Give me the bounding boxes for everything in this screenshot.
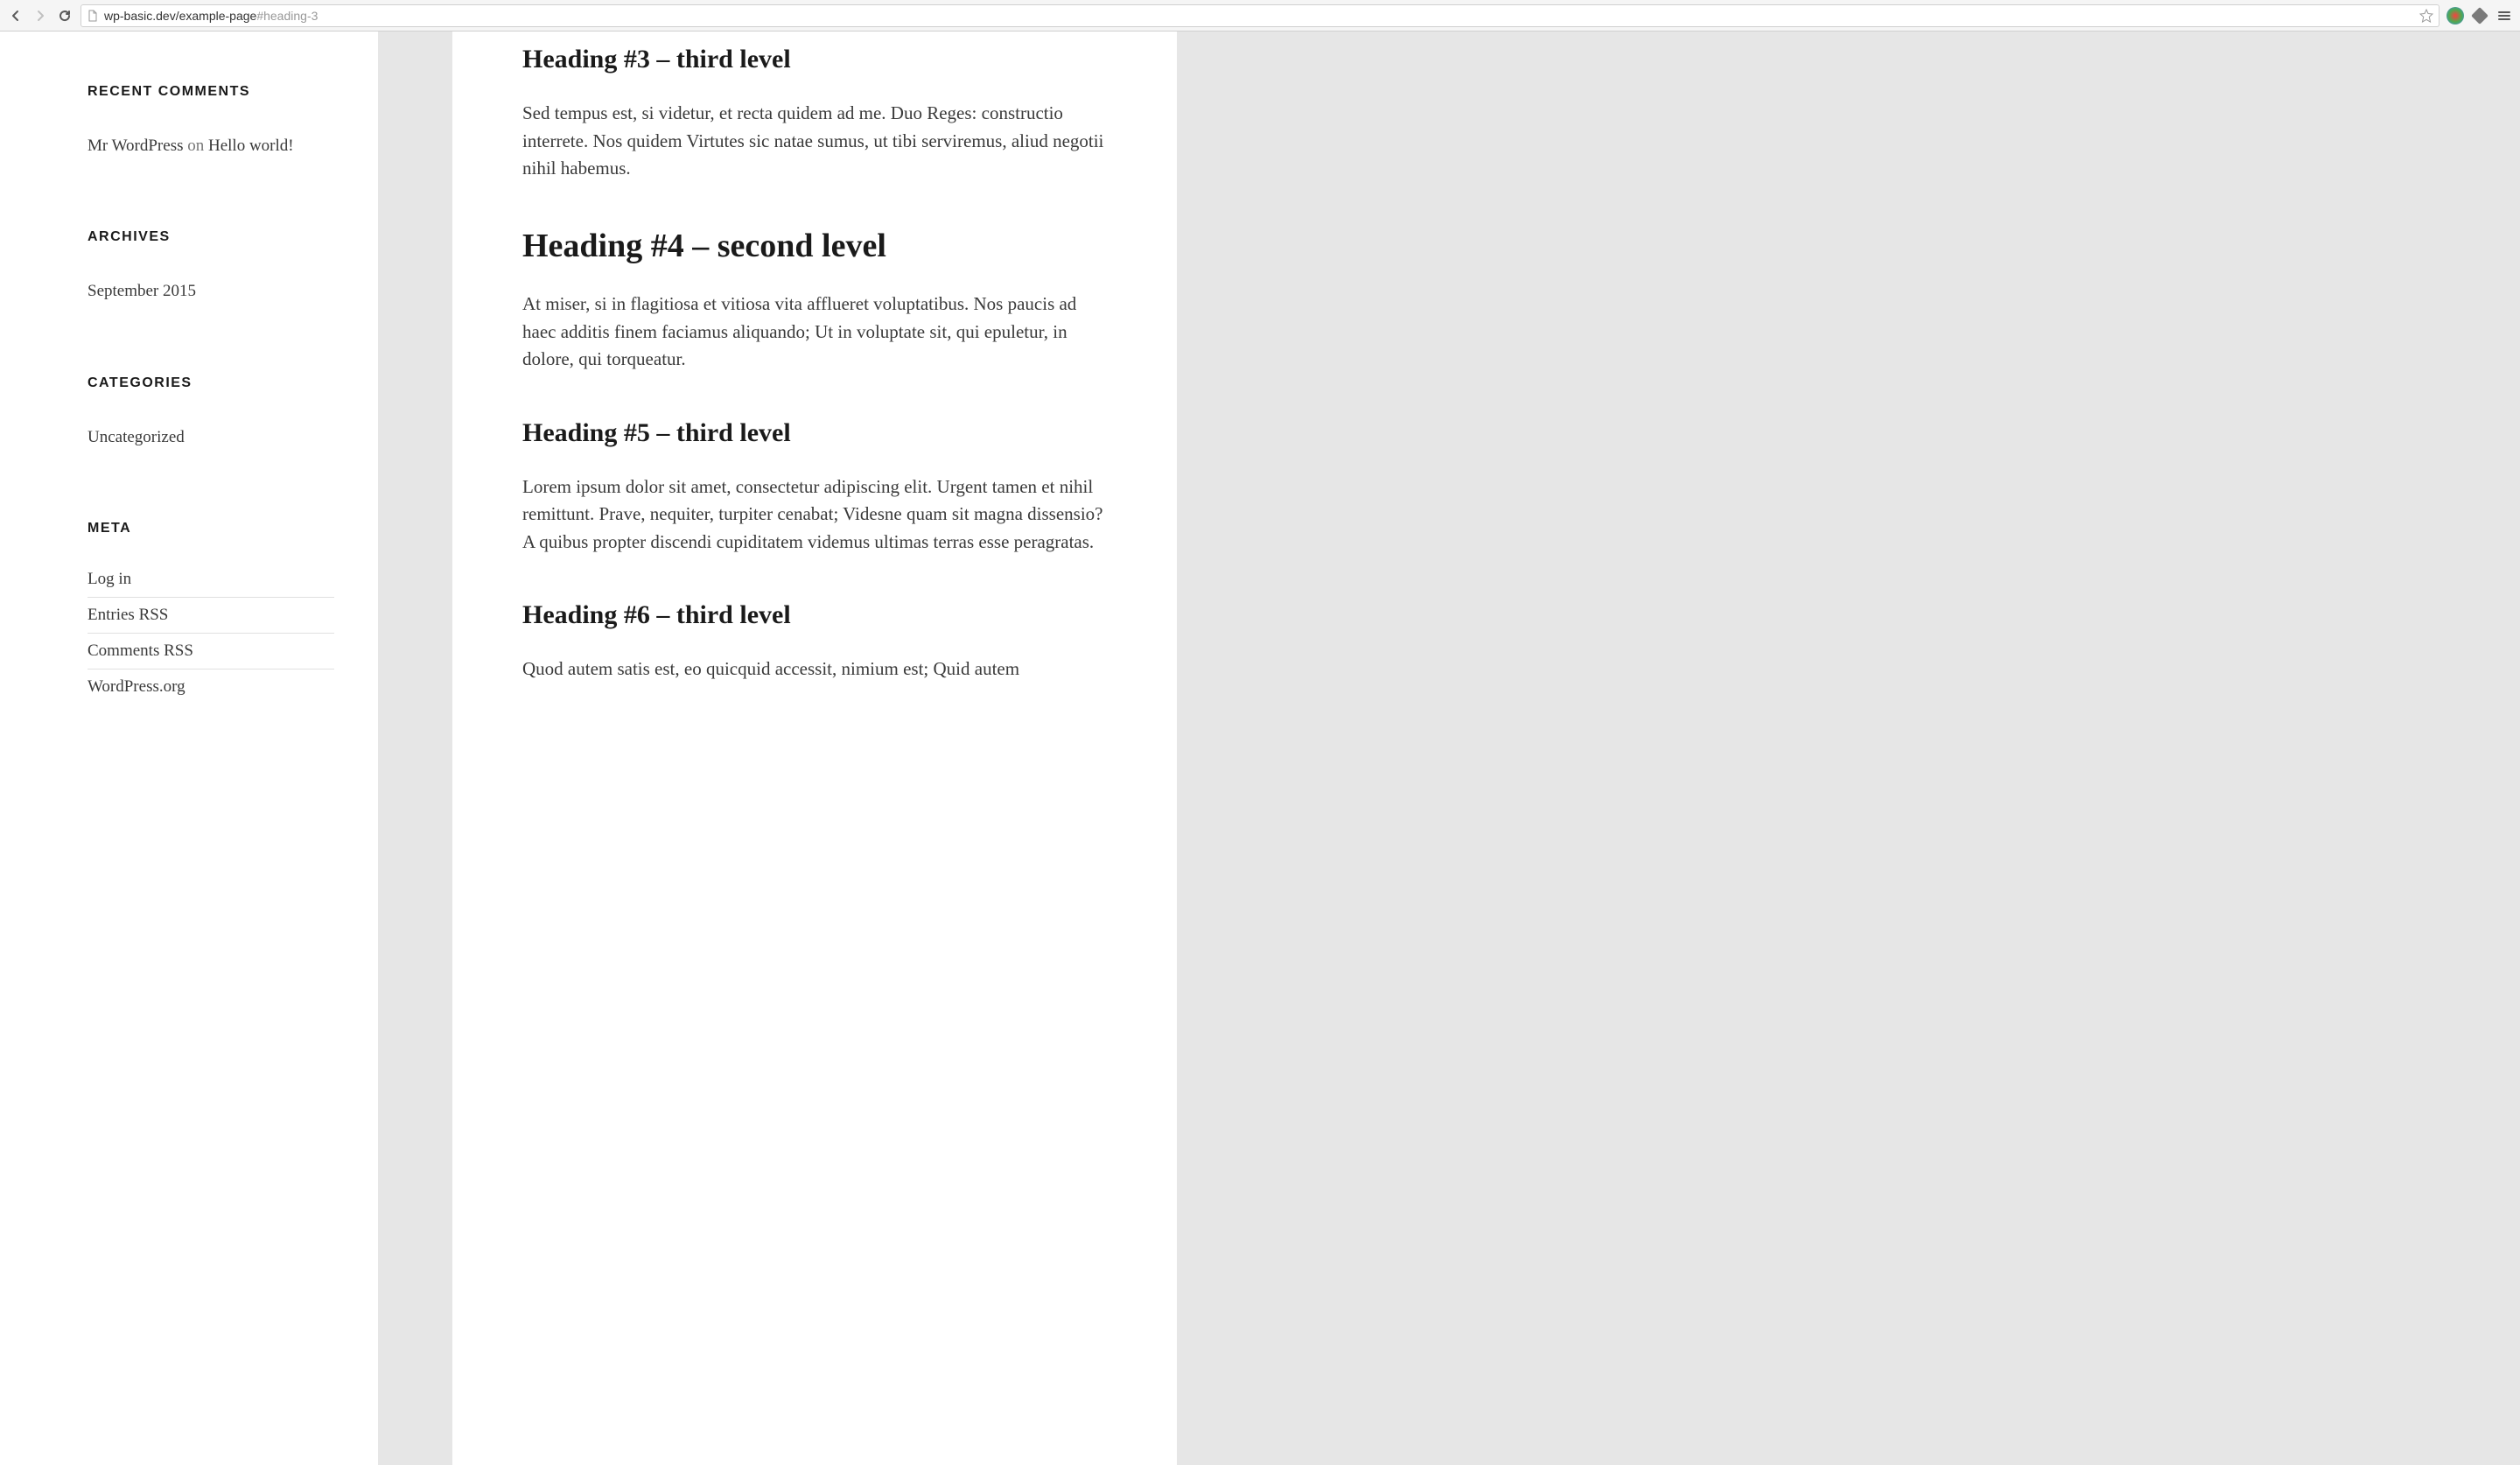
meta-link-entries-rss[interactable]: Entries RSS	[88, 606, 168, 624]
sidebar: RECENT COMMENTS Mr WordPress on Hello wo…	[0, 32, 379, 1465]
widget-title: RECENT COMMENTS	[88, 84, 334, 100]
paragraph: Sed tempus est, si videtur, et recta qui…	[522, 100, 1107, 183]
paragraph: Lorem ipsum dolor sit amet, consectetur …	[522, 473, 1107, 557]
widget-title: META	[88, 521, 334, 536]
browser-menu-icon[interactable]	[2496, 7, 2513, 25]
page-icon	[87, 10, 99, 22]
widget-meta: META Log in Entries RSS Comments RSS Wor…	[88, 521, 334, 704]
widget-archives: ARCHIVES September 2015	[88, 229, 334, 305]
paragraph: At miser, si in flagitiosa et vitiosa vi…	[522, 291, 1107, 374]
category-link[interactable]: Uncategorized	[88, 428, 185, 446]
back-button[interactable]	[7, 7, 24, 25]
forward-button	[32, 7, 49, 25]
meta-list: Log in Entries RSS Comments RSS WordPres…	[88, 570, 334, 704]
heading-6: Heading #6 – third level	[522, 599, 1107, 631]
url-text: wp-basic.dev/example-page#heading-3	[104, 9, 2414, 23]
list-item: WordPress.org	[88, 669, 334, 704]
comment-post-link[interactable]: Hello world!	[208, 137, 294, 155]
recent-comment-item: Mr WordPress on Hello world!	[88, 133, 334, 159]
page-body: RECENT COMMENTS Mr WordPress on Hello wo…	[0, 32, 2520, 1465]
on-text: on	[183, 137, 208, 155]
heading-4: Heading #4 – second level	[522, 227, 1107, 267]
archive-link[interactable]: September 2015	[88, 282, 196, 300]
extension-icon-1[interactable]	[2446, 7, 2464, 25]
heading-5: Heading #5 – third level	[522, 417, 1107, 449]
meta-link-wordpress-org[interactable]: WordPress.org	[88, 677, 186, 696]
category-item: Uncategorized	[88, 424, 334, 451]
extension-icon-2[interactable]	[2471, 7, 2488, 25]
paragraph: Quod autem satis est, eo quicquid access…	[522, 655, 1107, 683]
bookmark-star-icon[interactable]	[2419, 9, 2433, 23]
list-item: Entries RSS	[88, 597, 334, 633]
widget-recent-comments: RECENT COMMENTS Mr WordPress on Hello wo…	[88, 84, 334, 159]
list-item: Comments RSS	[88, 633, 334, 669]
heading-3: Heading #3 – third level	[522, 44, 1107, 75]
address-bar[interactable]: wp-basic.dev/example-page#heading-3	[80, 4, 2440, 27]
widget-categories: CATEGORIES Uncategorized	[88, 375, 334, 451]
widget-title: ARCHIVES	[88, 229, 334, 245]
list-item: Log in	[88, 570, 334, 597]
browser-toolbar: wp-basic.dev/example-page#heading-3	[0, 0, 2520, 32]
main-content: Heading #3 – third level Sed tempus est,…	[452, 32, 1177, 1465]
layout-gap	[379, 32, 452, 1465]
widget-title: CATEGORIES	[88, 375, 334, 391]
meta-link-comments-rss[interactable]: Comments RSS	[88, 641, 193, 660]
archive-item: September 2015	[88, 278, 334, 305]
meta-link-login[interactable]: Log in	[88, 570, 131, 588]
layout-gap-right	[1177, 32, 2520, 1465]
reload-button[interactable]	[56, 7, 74, 25]
comment-author-link[interactable]: Mr WordPress	[88, 137, 183, 155]
